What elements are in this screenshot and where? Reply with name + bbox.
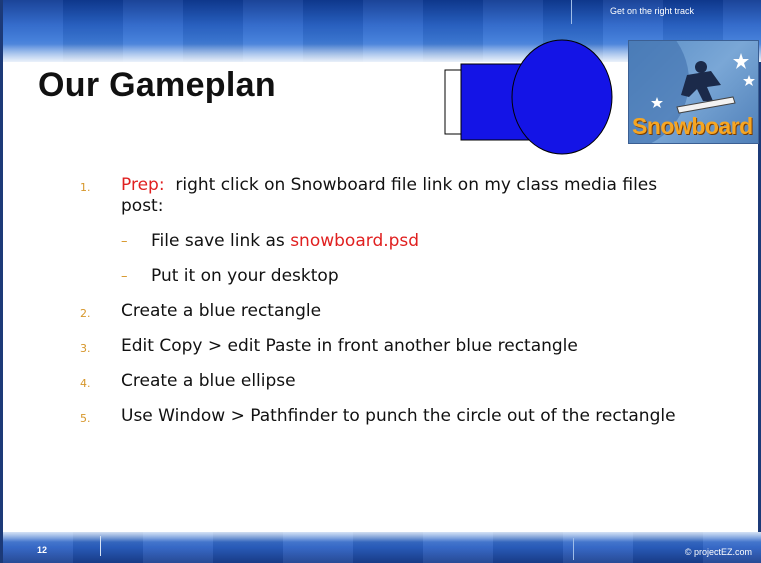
star-icon <box>743 75 755 86</box>
list-number: 1. <box>80 181 91 194</box>
header-tagline: Get on the right track <box>609 6 694 16</box>
list-item: 4. Create a blue ellipse <box>80 371 683 392</box>
gameplan-list: 1. Prep: right click on Snowboard file l… <box>80 175 683 427</box>
list-number: 5. <box>80 412 91 425</box>
list-item-text: Create a blue rectangle <box>121 301 322 321</box>
list-item: 3. Edit Copy > edit Paste in front anoth… <box>80 336 683 357</box>
prep-label: Prep: <box>121 175 165 195</box>
slide-title: Our Gameplan <box>38 66 276 104</box>
list-item: 1. Prep: right click on Snowboard file l… <box>80 175 683 217</box>
list-item-text: Use Window > Pathfinder to punch the cir… <box>121 406 676 426</box>
save-link-text: File save link as <box>151 231 291 251</box>
blue-ellipse <box>511 39 613 155</box>
list-item-text: Create a blue ellipse <box>121 371 296 391</box>
logo-text: Snowboard <box>632 113 753 139</box>
desktop-text: Put it on your desktop <box>151 266 339 286</box>
page-number: 12 <box>37 545 48 555</box>
footer-divider <box>100 536 101 556</box>
slide: Get on the right track Our Gameplan Snow… <box>0 0 761 563</box>
list-number: 4. <box>80 377 91 390</box>
list-item-text: Prep: right click on Snowboard file link… <box>121 175 683 217</box>
header-divider <box>571 0 572 24</box>
list-item: 2. Create a blue rectangle <box>80 301 683 322</box>
sub-item-text: File save link as snowboard.psd <box>151 231 683 252</box>
filename-text: snowboard.psd <box>290 231 420 251</box>
list-item-text: Edit Copy > edit Paste in front another … <box>121 336 578 356</box>
footer-divider <box>573 538 574 560</box>
sub-bullet: – <box>121 269 128 284</box>
sub-bullet: – <box>121 234 128 249</box>
sub-list-item: – Put it on your desktop <box>83 266 683 287</box>
prep-text: right click on Snowboard file link on my… <box>121 175 663 216</box>
list-number: 3. <box>80 342 91 355</box>
snowboard-logo: Snowboard <box>628 40 759 144</box>
footer-fade <box>3 532 761 542</box>
pathfinder-shapes-illustration <box>443 36 623 160</box>
list-number: 2. <box>80 307 91 320</box>
sub-list-item: – File save link as snowboard.psd <box>83 231 683 252</box>
footer-band: 12 © projectEZ.com <box>3 532 761 563</box>
star-icon <box>733 53 749 69</box>
copyright: © projectEZ.com <box>684 547 752 557</box>
list-item: 5. Use Window > Pathfinder to punch the … <box>80 406 683 427</box>
